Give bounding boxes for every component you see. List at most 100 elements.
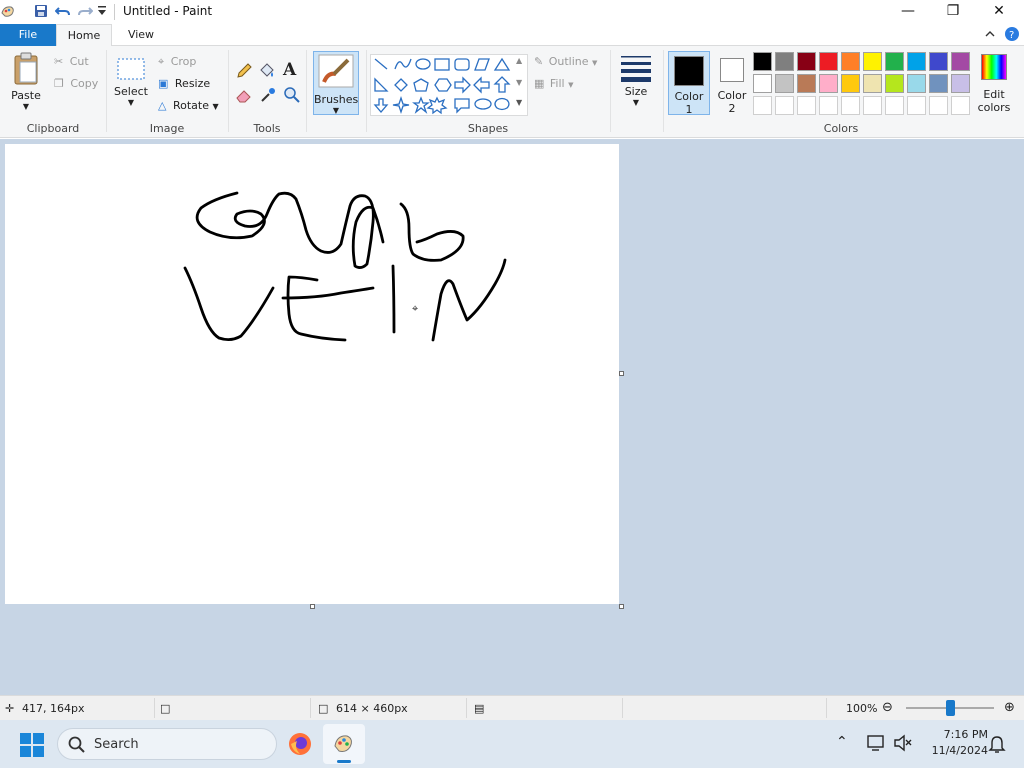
palette-swatch[interactable]	[929, 52, 948, 71]
palette-swatch[interactable]	[841, 74, 860, 93]
palette-swatch[interactable]	[841, 52, 860, 71]
palette-swatch[interactable]	[753, 74, 772, 93]
brushes-button[interactable]: Brushes ▼	[313, 51, 359, 115]
network-icon[interactable]	[866, 733, 886, 753]
resize-handle-bottom[interactable]	[310, 604, 315, 609]
select-button[interactable]: Select ▼	[114, 56, 148, 107]
tab-home[interactable]: Home	[56, 24, 112, 47]
palette-swatch[interactable]	[753, 52, 772, 71]
paste-button[interactable]: Paste ▼	[6, 50, 46, 116]
notifications-icon[interactable]	[988, 734, 1006, 754]
palette-swatch[interactable]	[841, 96, 860, 115]
palette-swatch[interactable]	[775, 74, 794, 93]
minimize-button[interactable]: —	[885, 0, 931, 24]
drawing-canvas[interactable]	[5, 144, 619, 604]
palette-swatch[interactable]	[753, 96, 772, 115]
brush-icon	[318, 54, 354, 88]
palette-swatch[interactable]	[951, 52, 970, 71]
save-icon[interactable]	[33, 3, 49, 19]
color1-button[interactable]: Color 1	[668, 51, 710, 116]
size-button[interactable]: Size ▼	[618, 54, 654, 107]
clock[interactable]: 7:16 PM 11/4/2024	[918, 727, 988, 759]
resize-icon: ▣	[158, 77, 169, 90]
color2-number: 2	[728, 102, 736, 115]
firefox-icon[interactable]	[288, 732, 312, 756]
palette-swatch[interactable]	[797, 74, 816, 93]
outline-button[interactable]: ✎ Outline ▼	[534, 55, 597, 68]
palette-swatch[interactable]	[885, 96, 904, 115]
crop-button[interactable]: ⌖ Crop	[158, 55, 196, 69]
palette-swatch[interactable]	[907, 96, 926, 115]
windows-start-icon[interactable]	[20, 733, 44, 757]
resize-handle-corner[interactable]	[619, 604, 624, 609]
help-icon[interactable]: ?	[1004, 26, 1020, 42]
rotate-button[interactable]: △ Rotate ▼	[158, 99, 219, 112]
shapes-icons[interactable]	[371, 55, 519, 115]
palette-swatch[interactable]	[885, 74, 904, 93]
cut-label: Cut	[69, 55, 89, 68]
maximize-button[interactable]: ❐	[930, 0, 976, 24]
fill-bucket-icon[interactable]	[258, 62, 276, 80]
show-hidden-icons-icon[interactable]: ⌃	[836, 734, 848, 750]
shapes-gallery	[370, 54, 528, 116]
customize-quick-access-icon[interactable]	[97, 5, 113, 21]
edit-colors-button[interactable]: Edit colors	[976, 54, 1012, 114]
taskbar-search[interactable]: Search	[57, 728, 277, 760]
palette-swatch[interactable]	[863, 74, 882, 93]
paint-app-icon	[0, 3, 16, 19]
copy-button[interactable]: ❐ Copy	[54, 77, 98, 90]
paste-icon	[14, 52, 38, 85]
fill-button[interactable]: ▦ Fill ▼	[534, 77, 574, 90]
resize-button[interactable]: ▣ Resize	[158, 77, 210, 90]
pencil-icon[interactable]	[235, 62, 253, 80]
zoom-in-button[interactable]: ⊕	[1004, 700, 1015, 715]
palette-swatch[interactable]	[775, 96, 794, 115]
undo-icon[interactable]	[54, 3, 71, 19]
shapes-scroll-up-icon[interactable]: ▲	[516, 56, 522, 65]
taskbar: Search ⌃ 7:16 PM 11/4/2024	[0, 720, 1024, 768]
magnifier-icon[interactable]	[283, 86, 301, 104]
close-button[interactable]: ✕	[976, 0, 1022, 24]
palette-swatch[interactable]	[819, 74, 838, 93]
paint-taskbar-button[interactable]	[323, 724, 365, 764]
zoom-slider-thumb[interactable]	[946, 700, 955, 716]
palette-swatch[interactable]	[797, 52, 816, 71]
palette-swatch[interactable]	[929, 74, 948, 93]
copy-label: Copy	[70, 77, 99, 90]
cut-button[interactable]: ✂ Cut	[54, 55, 89, 68]
palette-swatch[interactable]	[863, 52, 882, 71]
zoom-in-icon: ⊕	[1004, 700, 1015, 715]
tab-file[interactable]: File	[0, 24, 56, 46]
color-palette	[753, 52, 977, 116]
shapes-scroll-down-icon[interactable]: ▼	[516, 78, 522, 87]
palette-swatch[interactable]	[863, 96, 882, 115]
shapes-expand-icon[interactable]: ▼	[516, 98, 522, 107]
rotate-dropdown-icon: ▼	[212, 102, 219, 111]
brushes-dropdown-icon: ▼	[332, 106, 340, 115]
eraser-icon[interactable]	[235, 86, 253, 104]
palette-swatch[interactable]	[775, 52, 794, 71]
collapse-ribbon-icon[interactable]	[982, 26, 998, 42]
palette-swatch[interactable]	[885, 52, 904, 71]
text-tool-icon[interactable]: A	[283, 60, 296, 80]
edit-colors-label-1: Edit	[983, 88, 1005, 101]
outline-icon: ✎	[534, 55, 544, 68]
palette-swatch[interactable]	[929, 96, 948, 115]
palette-swatch[interactable]	[907, 74, 926, 93]
palette-swatch[interactable]	[797, 96, 816, 115]
resize-handle-right[interactable]	[619, 371, 624, 376]
palette-swatch[interactable]	[819, 52, 838, 71]
color2-button[interactable]: Color 2	[714, 51, 750, 115]
tab-view[interactable]: View	[117, 24, 165, 46]
window-title: Untitled - Paint	[123, 4, 213, 18]
clock-time: 7:16 PM	[943, 728, 988, 741]
search-label: Search	[94, 737, 139, 752]
palette-swatch[interactable]	[951, 96, 970, 115]
palette-swatch[interactable]	[907, 52, 926, 71]
volume-muted-icon[interactable]	[893, 733, 913, 753]
color-picker-icon[interactable]	[259, 86, 277, 104]
palette-swatch[interactable]	[819, 96, 838, 115]
zoom-out-button[interactable]: ⊖	[882, 700, 893, 715]
redo-icon[interactable]	[77, 3, 94, 19]
palette-swatch[interactable]	[951, 74, 970, 93]
